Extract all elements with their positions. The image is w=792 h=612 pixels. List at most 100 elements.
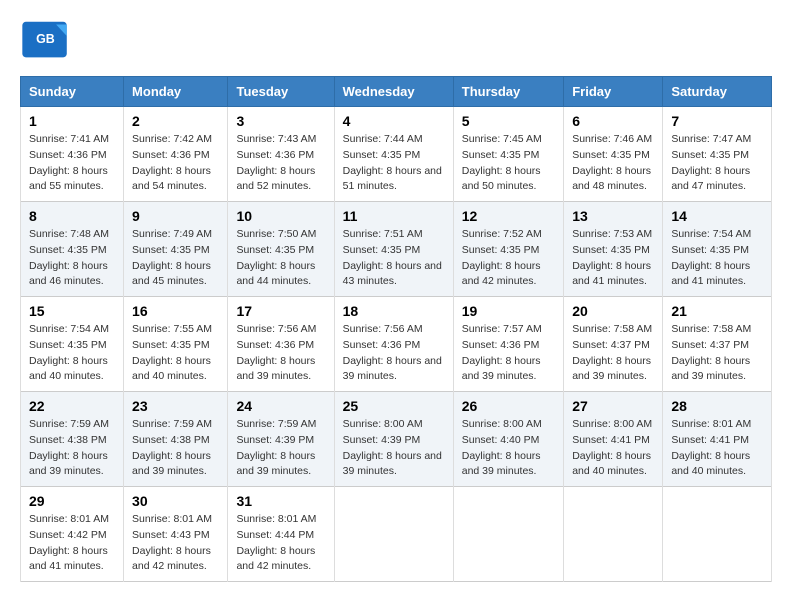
calendar-week-row: 1 Sunrise: 7:41 AMSunset: 4:36 PMDaylight… (21, 107, 772, 202)
day-number: 6 (572, 113, 654, 129)
day-info: Sunrise: 7:42 AMSunset: 4:36 PMDaylight:… (132, 133, 212, 192)
day-number: 7 (671, 113, 763, 129)
calendar-cell: 7 Sunrise: 7:47 AMSunset: 4:35 PMDaylight… (663, 107, 772, 202)
calendar-cell: 14 Sunrise: 7:54 AMSunset: 4:35 PMDayligh… (663, 202, 772, 297)
calendar-cell: 3Sunrise: 7:43 AMSunset: 4:36 PMDaylight… (228, 107, 334, 202)
day-number: 29 (29, 493, 115, 509)
calendar-week-row: 15 Sunrise: 7:54 AMSunset: 4:35 PMDayligh… (21, 297, 772, 392)
day-info: Sunrise: 7:54 AMSunset: 4:35 PMDaylight:… (671, 228, 751, 287)
calendar-cell: 30 Sunrise: 8:01 AMSunset: 4:43 PMDayligh… (124, 487, 228, 582)
calendar-table: SundayMondayTuesdayWednesdayThursdayFrid… (20, 76, 772, 582)
calendar-cell: 25 Sunrise: 8:00 AMSunset: 4:39 PMDayligh… (334, 392, 453, 487)
calendar-cell: 26 Sunrise: 8:00 AMSunset: 4:40 PMDayligh… (453, 392, 563, 487)
calendar-cell: 2 Sunrise: 7:42 AMSunset: 4:36 PMDaylight… (124, 107, 228, 202)
calendar-cell: 23Sunrise: 7:59 AMSunset: 4:38 PMDayligh… (124, 392, 228, 487)
logo-icon: GB (20, 20, 70, 60)
calendar-cell: 1 Sunrise: 7:41 AMSunset: 4:36 PMDaylight… (21, 107, 124, 202)
day-info: Sunrise: 8:01 AMSunset: 4:44 PMDaylight:… (236, 513, 316, 572)
header-wednesday: Wednesday (334, 77, 453, 107)
day-number: 23 (132, 398, 219, 414)
day-number: 20 (572, 303, 654, 319)
calendar-cell: 9Sunrise: 7:49 AMSunset: 4:35 PMDaylight… (124, 202, 228, 297)
day-number: 14 (671, 208, 763, 224)
calendar-cell: 6 Sunrise: 7:46 AMSunset: 4:35 PMDaylight… (564, 107, 663, 202)
day-info: Sunrise: 7:47 AMSunset: 4:35 PMDaylight:… (671, 133, 751, 192)
day-info: Sunrise: 7:58 AMSunset: 4:37 PMDaylight:… (572, 323, 652, 382)
day-info: Sunrise: 7:56 AMSunset: 4:36 PMDaylight:… (236, 323, 316, 382)
day-number: 26 (462, 398, 555, 414)
calendar-cell: 28Sunrise: 8:01 AMSunset: 4:41 PMDayligh… (663, 392, 772, 487)
day-info: Sunrise: 8:00 AMSunset: 4:39 PMDaylight:… (343, 418, 442, 477)
calendar-cell: 5 Sunrise: 7:45 AMSunset: 4:35 PMDaylight… (453, 107, 563, 202)
day-number: 2 (132, 113, 219, 129)
day-number: 25 (343, 398, 445, 414)
calendar-week-row: 8Sunrise: 7:48 AMSunset: 4:35 PMDaylight… (21, 202, 772, 297)
calendar-cell: 29 Sunrise: 8:01 AMSunset: 4:42 PMDayligh… (21, 487, 124, 582)
day-number: 13 (572, 208, 654, 224)
header-thursday: Thursday (453, 77, 563, 107)
day-number: 21 (671, 303, 763, 319)
calendar-week-row: 29 Sunrise: 8:01 AMSunset: 4:42 PMDayligh… (21, 487, 772, 582)
day-info: Sunrise: 7:58 AMSunset: 4:37 PMDaylight:… (671, 323, 751, 382)
day-number: 11 (343, 208, 445, 224)
day-number: 4 (343, 113, 445, 129)
calendar-week-row: 22 Sunrise: 7:59 AMSunset: 4:38 PMDayligh… (21, 392, 772, 487)
calendar-cell: 31 Sunrise: 8:01 AMSunset: 4:44 PMDayligh… (228, 487, 334, 582)
day-info: Sunrise: 7:53 AMSunset: 4:35 PMDaylight:… (572, 228, 652, 287)
day-number: 17 (236, 303, 325, 319)
calendar-cell: 19Sunrise: 7:57 AMSunset: 4:36 PMDayligh… (453, 297, 563, 392)
day-info: Sunrise: 7:59 AMSunset: 4:38 PMDaylight:… (29, 418, 109, 477)
day-info: Sunrise: 7:52 AMSunset: 4:35 PMDaylight:… (462, 228, 542, 287)
calendar-cell: 18 Sunrise: 7:56 AMSunset: 4:36 PMDayligh… (334, 297, 453, 392)
calendar-cell: 22 Sunrise: 7:59 AMSunset: 4:38 PMDayligh… (21, 392, 124, 487)
svg-text:GB: GB (36, 32, 55, 46)
day-info: Sunrise: 8:01 AMSunset: 4:43 PMDaylight:… (132, 513, 212, 572)
day-number: 24 (236, 398, 325, 414)
day-number: 3 (236, 113, 325, 129)
calendar-cell (564, 487, 663, 582)
day-number: 15 (29, 303, 115, 319)
calendar-cell: 17 Sunrise: 7:56 AMSunset: 4:36 PMDayligh… (228, 297, 334, 392)
day-info: Sunrise: 8:00 AMSunset: 4:41 PMDaylight:… (572, 418, 652, 477)
calendar-cell (453, 487, 563, 582)
day-info: Sunrise: 8:01 AMSunset: 4:42 PMDaylight:… (29, 513, 109, 572)
day-number: 9 (132, 208, 219, 224)
calendar-cell: 8Sunrise: 7:48 AMSunset: 4:35 PMDaylight… (21, 202, 124, 297)
calendar-cell: 24 Sunrise: 7:59 AMSunset: 4:39 PMDayligh… (228, 392, 334, 487)
day-info: Sunrise: 7:59 AMSunset: 4:39 PMDaylight:… (236, 418, 316, 477)
day-info: Sunrise: 7:48 AMSunset: 4:35 PMDaylight:… (29, 228, 109, 287)
header-friday: Friday (564, 77, 663, 107)
day-info: Sunrise: 7:46 AMSunset: 4:35 PMDaylight:… (572, 133, 652, 192)
day-info: Sunrise: 7:54 AMSunset: 4:35 PMDaylight:… (29, 323, 109, 382)
day-info: Sunrise: 7:56 AMSunset: 4:36 PMDaylight:… (343, 323, 442, 382)
day-number: 30 (132, 493, 219, 509)
calendar-cell: 10 Sunrise: 7:50 AMSunset: 4:35 PMDayligh… (228, 202, 334, 297)
calendar-cell: 12Sunrise: 7:52 AMSunset: 4:35 PMDayligh… (453, 202, 563, 297)
day-info: Sunrise: 7:51 AMSunset: 4:35 PMDaylight:… (343, 228, 442, 287)
day-info: Sunrise: 7:50 AMSunset: 4:35 PMDaylight:… (236, 228, 316, 287)
calendar-cell: 13 Sunrise: 7:53 AMSunset: 4:35 PMDayligh… (564, 202, 663, 297)
day-info: Sunrise: 7:55 AMSunset: 4:35 PMDaylight:… (132, 323, 212, 382)
calendar-cell (334, 487, 453, 582)
calendar-cell: 15 Sunrise: 7:54 AMSunset: 4:35 PMDayligh… (21, 297, 124, 392)
day-info: Sunrise: 7:45 AMSunset: 4:35 PMDaylight:… (462, 133, 542, 192)
calendar-cell: 21 Sunrise: 7:58 AMSunset: 4:37 PMDayligh… (663, 297, 772, 392)
day-number: 22 (29, 398, 115, 414)
day-number: 18 (343, 303, 445, 319)
header-saturday: Saturday (663, 77, 772, 107)
day-info: Sunrise: 7:44 AMSunset: 4:35 PMDaylight:… (343, 133, 442, 192)
day-number: 27 (572, 398, 654, 414)
page-header: GB (20, 20, 772, 60)
calendar-cell: 27 Sunrise: 8:00 AMSunset: 4:41 PMDayligh… (564, 392, 663, 487)
day-number: 10 (236, 208, 325, 224)
calendar-cell: 20 Sunrise: 7:58 AMSunset: 4:37 PMDayligh… (564, 297, 663, 392)
day-info: Sunrise: 8:00 AMSunset: 4:40 PMDaylight:… (462, 418, 542, 477)
day-number: 5 (462, 113, 555, 129)
day-info: Sunrise: 7:41 AMSunset: 4:36 PMDaylight:… (29, 133, 109, 192)
day-info: Sunrise: 7:57 AMSunset: 4:36 PMDaylight:… (462, 323, 542, 382)
calendar-cell: 16Sunrise: 7:55 AMSunset: 4:35 PMDayligh… (124, 297, 228, 392)
calendar-header-row: SundayMondayTuesdayWednesdayThursdayFrid… (21, 77, 772, 107)
calendar-cell: 11 Sunrise: 7:51 AMSunset: 4:35 PMDayligh… (334, 202, 453, 297)
day-number: 1 (29, 113, 115, 129)
day-number: 31 (236, 493, 325, 509)
